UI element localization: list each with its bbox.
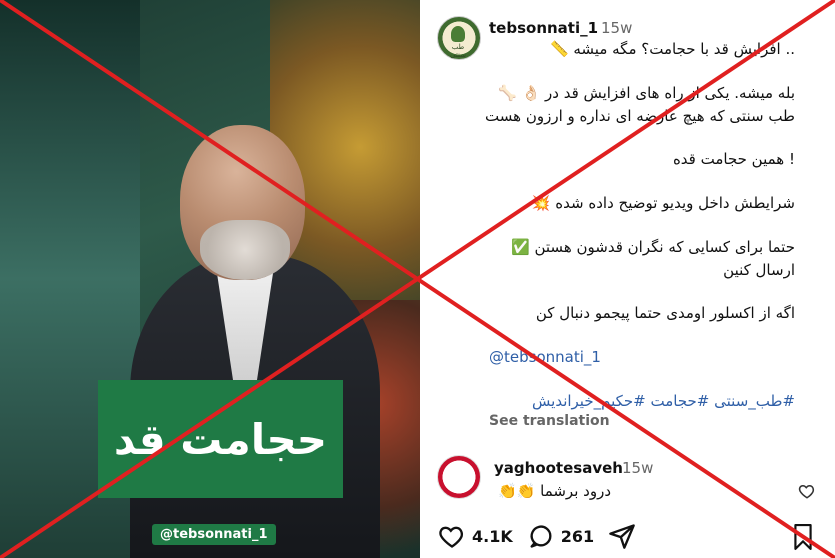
comment-bubble-icon[interactable] — [527, 522, 555, 550]
comment-like-heart-icon[interactable] — [798, 482, 816, 500]
post-author-username[interactable]: tebsonnati_1 — [489, 19, 598, 37]
like-count[interactable]: 4.1K — [472, 527, 513, 546]
post-action-bar: 4.1K 261 — [438, 518, 636, 554]
avatar-label: طب سنتی — [450, 43, 466, 59]
caption-line: حتما برای کسایی که نگران قدشون هستن ✅ — [511, 238, 795, 256]
comment-count[interactable]: 261 — [561, 527, 594, 546]
save-bookmark-icon[interactable] — [790, 522, 816, 552]
like-heart-icon[interactable] — [438, 522, 466, 550]
video-handle-tag: @tebsonnati_1 — [152, 524, 276, 545]
caption-line: ارسال کنین — [723, 261, 795, 279]
comment-text: درود برشما 👏👏 — [498, 482, 611, 500]
caption-hashtags[interactable]: #طب_سنتی #حجامت #حکیم_خیراندیش — [532, 392, 795, 410]
caption-line: .. افزایش قد با حجامت؟ مگه میشه 📏 — [549, 40, 795, 58]
speaker-beard — [200, 220, 290, 280]
caption-line: شرایطش داخل ویدیو توضیح داده شده 💥 — [531, 194, 795, 212]
commenter-avatar[interactable] — [437, 455, 481, 499]
share-send-icon[interactable] — [608, 522, 636, 550]
caption-line: ! همین حجامت قده — [672, 150, 795, 168]
caption-line: اگه از اکسلور اومدی حتما پیجمو دنبال کن — [535, 304, 795, 322]
post-age: 15w — [601, 19, 633, 37]
video-title-text: حجامت قد — [113, 414, 328, 464]
see-translation-link[interactable]: See translation — [489, 413, 610, 429]
caption-line: بله میشه. یکی از راه های افزایش قد در 👌🏻… — [498, 84, 795, 102]
commenter-username[interactable]: yaghootesaveh — [494, 459, 623, 477]
avatar-leaf-icon — [451, 26, 465, 42]
caption-mention-link[interactable]: @tebsonnati_1 — [489, 348, 601, 366]
caption-line: طب سنتی که هیچ عارضه ای نداره و ارزون هس… — [485, 107, 795, 125]
comment-age: 15w — [622, 459, 654, 477]
